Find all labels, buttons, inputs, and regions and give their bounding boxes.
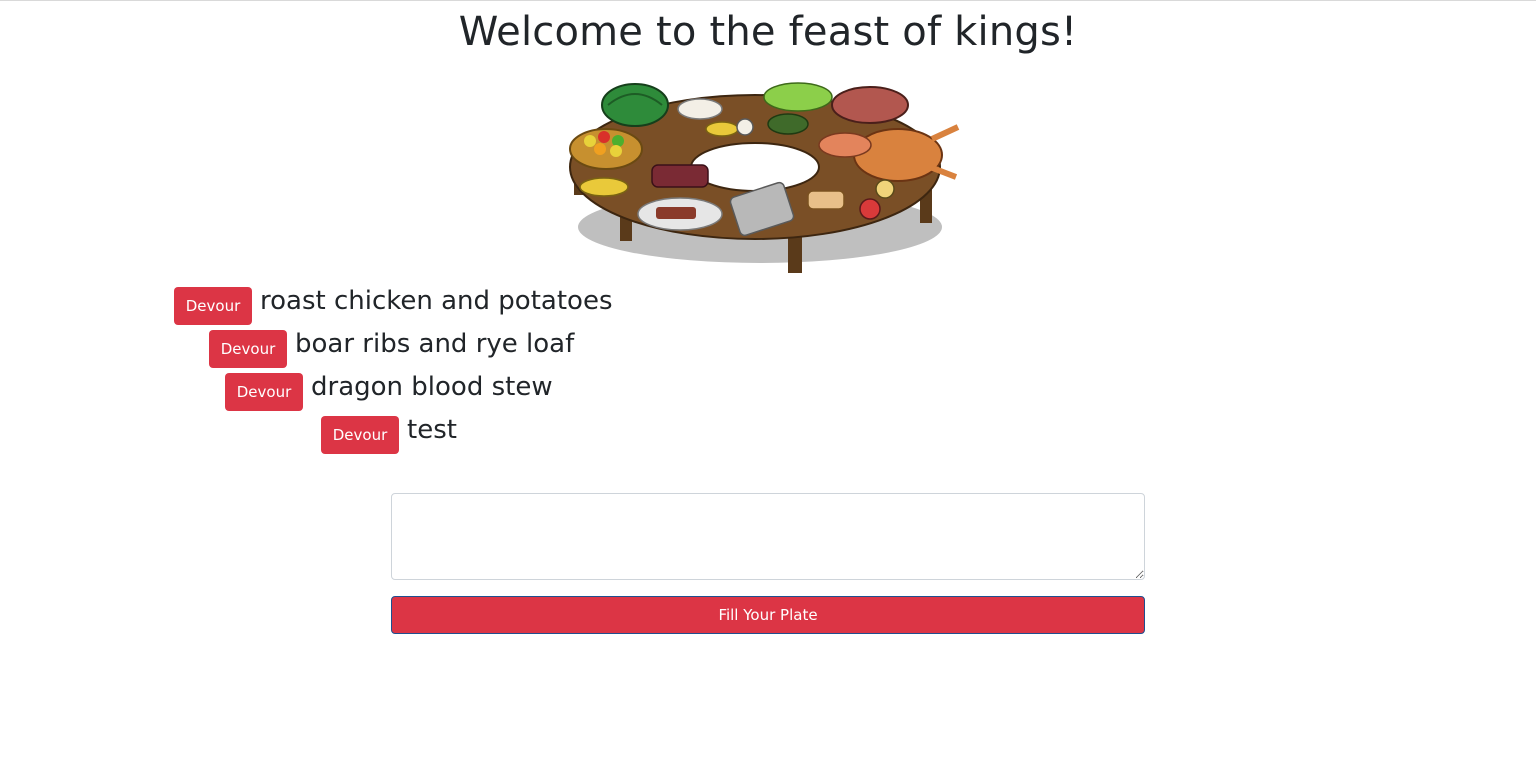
roast-boar [831,86,909,124]
fill-your-plate-button[interactable]: Fill Your Plate [391,596,1145,634]
table-inner-hole [690,142,820,192]
watermelon [601,83,669,127]
food-row: Devour boar ribs and rye loaf [209,329,574,369]
food-input[interactable] [391,493,1145,580]
corn-cob [705,121,739,137]
sauce-bowl [859,198,881,220]
devour-button[interactable]: Devour [174,287,252,325]
feast-table-image [569,82,960,273]
corn-cobs [579,177,629,197]
food-row: Devour roast chicken and potatoes [174,286,613,326]
food-name: dragon blood stew [311,372,553,402]
roast-chicken [853,128,943,182]
meat-slab [651,164,709,188]
green-apples [763,82,833,112]
food-name: test [407,415,457,445]
cup [736,118,754,136]
devour-button[interactable]: Devour [225,373,303,411]
greens-bowl [767,113,809,135]
food-row: Devour test [321,415,457,455]
food-name: boar ribs and rye loaf [295,329,575,359]
sausages [818,132,872,158]
devour-button[interactable]: Devour [321,416,399,454]
devour-button[interactable]: Devour [209,330,287,368]
sauce-bowl [875,179,895,199]
food-row: Devour dragon blood stew [225,372,553,412]
bread-loaf [807,190,845,210]
page-title: Welcome to the feast of kings! [458,9,1078,55]
plate-stack [677,98,723,120]
food-name: roast chicken and potatoes [260,286,613,316]
